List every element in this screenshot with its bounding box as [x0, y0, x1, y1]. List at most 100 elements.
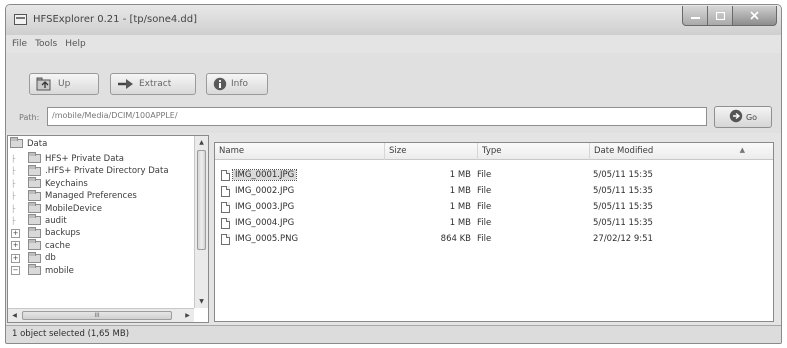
- file-date-modified: 5/05/11 15:35: [593, 170, 653, 180]
- tree-item[interactable]: ├ audit: [11, 214, 67, 227]
- tree-item[interactable]: + db: [11, 251, 56, 265]
- scroll-left-arrow-icon[interactable]: ◀: [8, 309, 21, 322]
- tree-item-label: Keychains: [45, 178, 88, 189]
- column-header-name[interactable]: Name: [215, 143, 385, 160]
- tree-item-label: audit: [45, 215, 67, 226]
- file-list[interactable]: Name Size Type Date Modified ▲ IMG_0001.…: [214, 142, 774, 322]
- path-input[interactable]: /mobile/Media/DCIM/100APPLE/: [47, 107, 707, 126]
- folder-tree-list: Data ├ HFS+ Private Data ├ .HFS+ Private Dir…: [8, 136, 194, 308]
- minimize-icon: [690, 16, 700, 19]
- title-bar[interactable]: HFSExplorer 0.21 - [tp/sone4.dd]: [6, 5, 781, 35]
- file-size: 1 MB: [449, 218, 471, 228]
- tree-item[interactable]: + cache: [11, 239, 70, 252]
- up-button[interactable]: Up: [29, 73, 99, 95]
- file-row[interactable]: IMG_0001.JPG 1 MB File 5/05/11 15:35: [215, 169, 773, 181]
- file-name: IMG_0004.JPG: [235, 218, 295, 228]
- menu-help[interactable]: Help: [65, 39, 86, 49]
- folder-icon: [28, 239, 41, 251]
- maximize-icon: [715, 11, 725, 20]
- expand-icon[interactable]: +: [11, 241, 20, 251]
- folder-icon: [28, 164, 41, 176]
- info-button-label: Info: [231, 79, 249, 89]
- file-icon: [221, 170, 230, 181]
- status-text: 1 object selected (1,65 MB): [12, 329, 130, 339]
- window-title: HFSExplorer 0.21 - [tp/sone4.dd]: [33, 14, 197, 25]
- file-size: 1 MB: [449, 186, 471, 196]
- tree-item-label: Data: [27, 138, 48, 149]
- tree-item[interactable]: ├ MobileDevice: [11, 202, 102, 215]
- tree-connector: ├: [11, 179, 16, 188]
- tree-horizontal-scroll-thumb[interactable]: III: [22, 311, 172, 320]
- folder-icon: [28, 226, 41, 238]
- folder-tree[interactable]: Data ├ HFS+ Private Data ├ .HFS+ Private Dir…: [7, 135, 209, 323]
- tree-vertical-scroll-thumb[interactable]: [197, 150, 206, 250]
- tree-item-label: .HFS+ Private Directory Data: [45, 166, 169, 177]
- scroll-right-arrow-icon[interactable]: ▶: [181, 309, 194, 322]
- file-type: File: [477, 186, 492, 196]
- file-icon: [221, 218, 230, 229]
- tree-item-label: Managed Preferences: [45, 191, 137, 202]
- file-date-modified: 5/05/11 15:35: [593, 202, 653, 212]
- file-row[interactable]: IMG_0003.JPG 1 MB File 5/05/11 15:35: [215, 202, 773, 213]
- expand-icon[interactable]: +: [11, 228, 20, 238]
- path-label: Path:: [19, 113, 40, 122]
- tree-vertical-scrollbar[interactable]: ▲ ▼: [194, 136, 208, 308]
- folder-icon: [28, 177, 41, 189]
- file-list-header: Name Size Type Date Modified ▲: [215, 143, 773, 160]
- folder-icon: [28, 189, 41, 201]
- extract-button[interactable]: Extract: [110, 73, 196, 95]
- collapse-icon[interactable]: −: [11, 266, 20, 275]
- tree-item[interactable]: − mobile: [11, 264, 74, 277]
- column-header-size[interactable]: Size: [385, 143, 478, 160]
- tree-item-label: db: [45, 253, 56, 264]
- minimize-button[interactable]: [682, 6, 708, 26]
- file-icon: [221, 202, 230, 213]
- folder-icon: [28, 202, 41, 213]
- info-icon: [213, 77, 227, 91]
- file-date-modified: 5/05/11 15:35: [593, 186, 653, 196]
- file-row[interactable]: IMG_0004.JPG 1 MB File 5/05/11 15:35: [215, 218, 773, 229]
- maximize-button[interactable]: [708, 6, 733, 26]
- expand-icon[interactable]: +: [11, 253, 20, 263]
- tree-item-label: mobile: [45, 265, 74, 276]
- file-name: IMG_0005.PNG: [235, 234, 299, 244]
- close-button[interactable]: [733, 6, 777, 26]
- tree-item-label: HFS+ Private Data: [45, 153, 124, 164]
- tree-item[interactable]: ├ Keychains: [11, 177, 88, 190]
- file-date-modified: 5/05/11 15:35: [593, 218, 653, 228]
- tree-item[interactable]: ├ Managed Preferences: [11, 189, 137, 203]
- close-icon: [750, 11, 759, 20]
- file-size: 1 MB: [449, 170, 471, 180]
- go-arrow-icon: [729, 109, 743, 125]
- scroll-up-arrow-icon[interactable]: ▲: [195, 136, 208, 149]
- tree-item-label: cache: [45, 240, 71, 251]
- tree-item[interactable]: ├ .HFS+ Private Directory Data: [11, 164, 169, 178]
- app-window-icon: [14, 14, 27, 25]
- file-icon: [221, 186, 230, 197]
- file-row[interactable]: IMG_0002.JPG 1 MB File 5/05/11 15:35: [215, 186, 773, 197]
- scroll-down-arrow-icon[interactable]: ▼: [195, 295, 208, 308]
- file-size: 1 MB: [449, 202, 471, 212]
- column-header-date-modified[interactable]: Date Modified: [590, 143, 773, 160]
- column-header-type[interactable]: Type: [478, 143, 590, 160]
- tree-horizontal-scrollbar[interactable]: ◀ III ▶: [8, 308, 194, 322]
- tree-item[interactable]: Data: [10, 137, 47, 150]
- file-icon: [221, 234, 230, 245]
- status-bar: 1 object selected (1,65 MB): [6, 325, 781, 343]
- sort-ascending-icon: ▲: [739, 146, 745, 154]
- menu-tools[interactable]: Tools: [35, 39, 57, 49]
- file-row[interactable]: IMG_0005.PNG 864 KB File 27/02/12 9:51: [215, 234, 773, 245]
- info-button[interactable]: Info: [206, 73, 268, 95]
- go-button[interactable]: Go: [714, 106, 772, 128]
- folder-icon: [28, 152, 41, 164]
- file-type: File: [477, 218, 492, 228]
- tree-item[interactable]: + backups: [11, 226, 81, 240]
- tree-connector: ├: [11, 216, 16, 225]
- tree-item[interactable]: ├ HFS+ Private Data: [11, 152, 124, 165]
- toolbar: Up Extract Info Path: /mobile/Media/DCIM…: [6, 53, 781, 133]
- tree-item-label: backups: [45, 228, 81, 239]
- file-type: File: [477, 234, 492, 244]
- file-type: File: [477, 170, 492, 180]
- menu-file[interactable]: File: [12, 39, 27, 49]
- tree-connector: ├: [11, 154, 16, 163]
